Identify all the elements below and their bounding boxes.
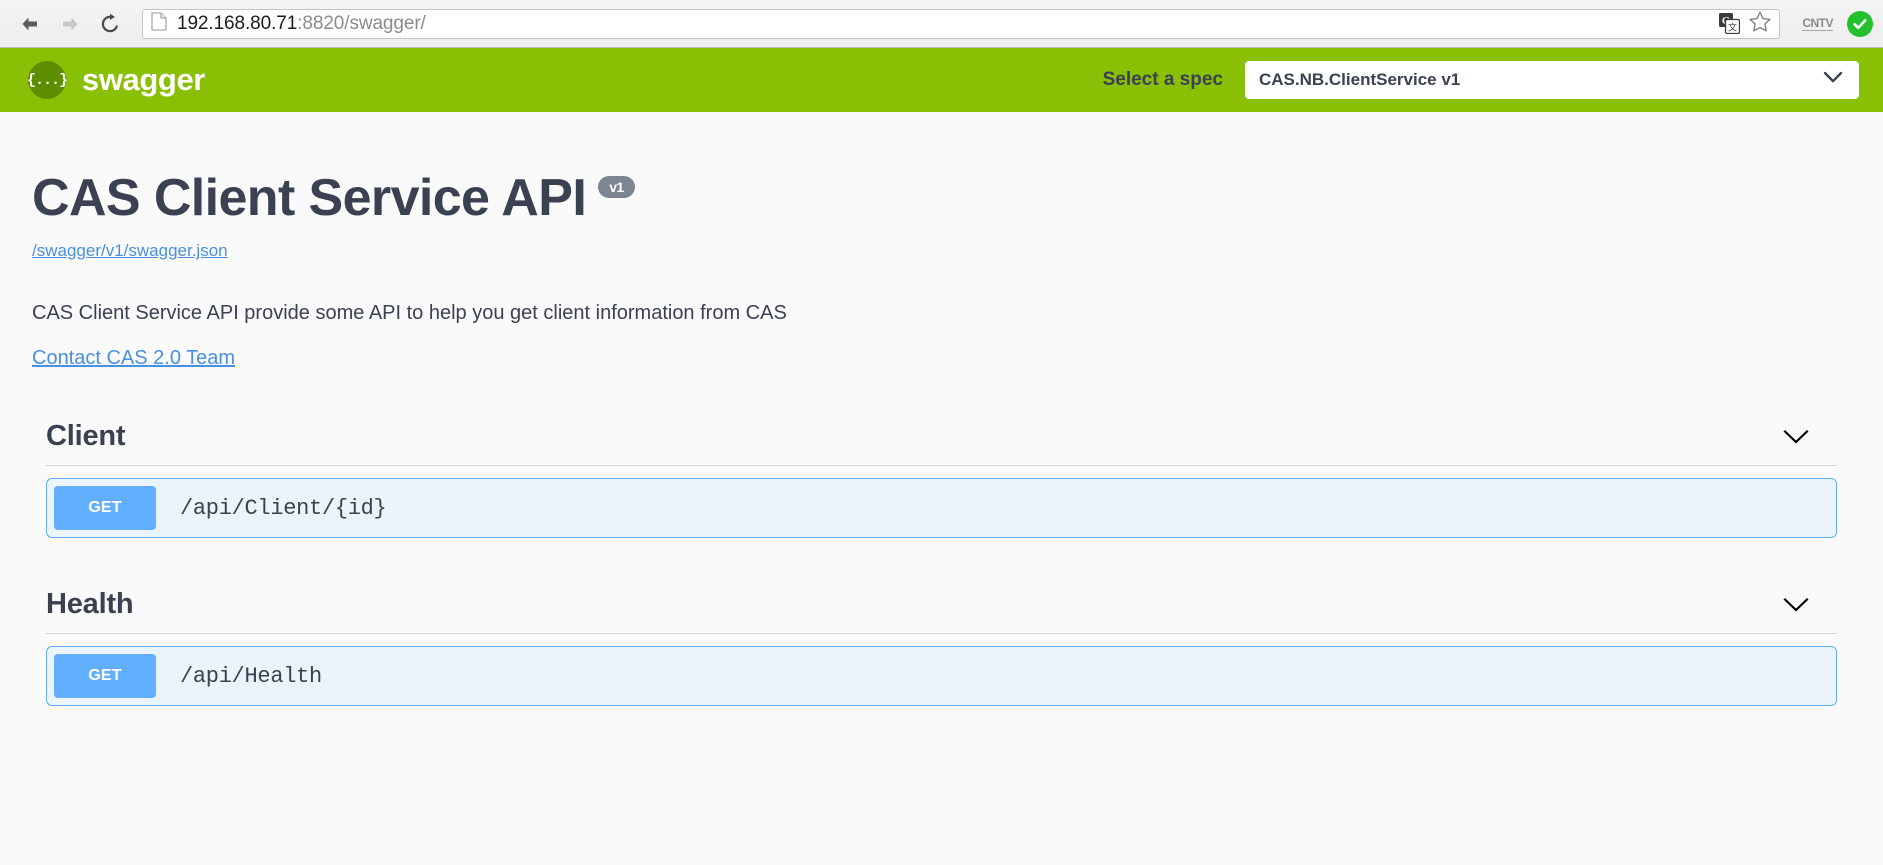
tag-section-client: Client GET /api/Client/{id} [32,420,1851,539]
swagger-json-link[interactable]: /swagger/v1/swagger.json [32,241,1851,261]
back-button[interactable] [10,4,50,44]
swagger-main: CAS Client Service API v1 /swagger/v1/sw… [0,112,1883,707]
green-check-icon[interactable] [1847,10,1873,37]
version-badge: v1 [598,176,635,198]
select-spec-label: Select a spec [1102,69,1223,90]
operation-path: /api/Client/{id} [180,495,387,521]
tag-title-health: Health [46,588,134,621]
forward-button[interactable] [50,4,90,44]
browser-extensions: CNTV [1788,10,1873,37]
operation-path: /api/Health [180,663,322,689]
url-bar[interactable]: 192.168.80.71:8820/swagger/ G 文 [142,8,1781,39]
url-path: :8820/swagger/ [297,12,426,34]
back-arrow-icon [18,12,42,36]
api-title-text: CAS Client Service API [32,169,587,227]
operation-get-client-by-id[interactable]: GET /api/Client/{id} [46,478,1837,539]
google-translate-icon[interactable]: G 文 [1719,13,1741,35]
swagger-logo-text: swagger [82,62,205,97]
operation-get-health[interactable]: GET /api/Health [46,646,1837,707]
browser-toolbar: 192.168.80.71:8820/swagger/ G 文 CNTV [0,0,1883,48]
page-document-icon [151,11,167,36]
api-description: CAS Client Service API provide some API … [32,302,787,325]
reload-button[interactable] [90,4,130,44]
url-host: 192.168.80.71 [177,12,298,34]
url-bar-icons: G 文 [1719,11,1771,37]
http-method-badge: GET [54,654,156,699]
chevron-down-icon[interactable] [1781,590,1811,620]
swagger-logo[interactable]: {...} swagger [27,61,205,99]
swagger-logo-icon: {...} [27,61,68,99]
chevron-down-icon[interactable] [1781,422,1811,452]
forward-arrow-icon [58,12,82,36]
spec-selector: Select a spec CAS.NB.ClientService v1 [1103,61,1859,99]
reload-icon [99,13,121,35]
spec-select-dropdown[interactable]: CAS.NB.ClientService v1 [1245,61,1859,99]
star-bookmark-icon[interactable] [1749,11,1771,37]
tag-title-client: Client [46,420,126,453]
svg-text:文: 文 [1728,22,1737,33]
cntv-extension-label[interactable]: CNTV [1802,16,1833,31]
spec-select-value: CAS.NB.ClientService v1 [1259,70,1461,89]
api-info-block: CAS Client Service API v1 /swagger/v1/sw… [32,112,1851,370]
page-title: CAS Client Service API v1 [32,169,1851,227]
url-text: 192.168.80.71:8820/swagger/ [177,13,1711,35]
tag-section-health: Health GET /api/Health [32,588,1851,707]
contact-link[interactable]: Contact CAS 2.0 Team [32,347,235,370]
swagger-topbar: {...} swagger Select a spec CAS.NB.Clien… [0,48,1883,112]
tag-header-health[interactable]: Health [46,588,1837,635]
swagger-logo-glyph: {...} [27,71,68,89]
tag-header-client[interactable]: Client [46,420,1837,467]
chevron-down-icon [1823,71,1843,89]
http-method-badge: GET [54,486,156,531]
